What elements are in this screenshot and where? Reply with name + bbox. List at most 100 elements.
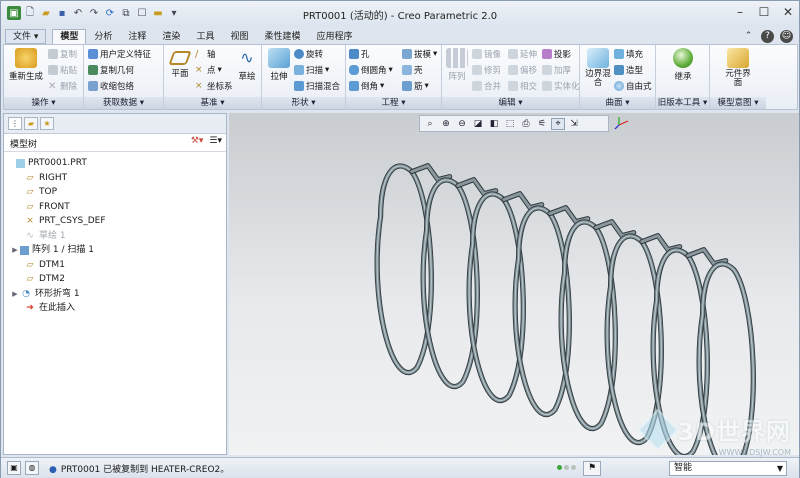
- style-button[interactable]: 造型: [614, 64, 643, 76]
- regenerate-button[interactable]: 重新生成: [8, 48, 44, 82]
- tree-item-label: 在此插入: [39, 303, 76, 313]
- paste-button[interactable]: 粘贴: [48, 64, 77, 76]
- mirror-button[interactable]: 镜像: [472, 48, 501, 60]
- sketch-button[interactable]: ∿ 草绘: [236, 48, 258, 82]
- heater-coil-model: [374, 163, 756, 455]
- revolve-label: 旋转: [306, 50, 324, 60]
- round-button[interactable]: 倒圆角 ▾: [349, 64, 393, 76]
- minimize-ribbon-icon[interactable]: ⌃: [742, 30, 755, 43]
- shrinkwrap-button[interactable]: 收缩包络: [88, 80, 134, 92]
- graphics-window[interactable]: ⌕ ⊕ ⊖ ◪ ◧ ⬚ ⎙ ⚟ ⌖ ⇲ 3D世界网 WWW.3DSJW.COM: [229, 113, 799, 457]
- extend-button[interactable]: 延伸: [508, 48, 537, 60]
- navigator-tabs: ⋮ ▰ ★: [4, 114, 226, 134]
- part-icon: [16, 158, 25, 168]
- intersect-button[interactable]: 相交: [508, 80, 537, 92]
- tab-annotate[interactable]: 注释: [120, 29, 154, 44]
- tree-item-dtm2[interactable]: ▱ DTM2: [4, 272, 226, 287]
- hole-button[interactable]: 孔: [349, 48, 370, 60]
- rib-icon: [402, 81, 412, 91]
- group-label-get-data[interactable]: 获取数据 ▾: [84, 97, 163, 109]
- merge-button[interactable]: 合并: [472, 80, 501, 92]
- tree-item-csys[interactable]: ⨯ PRT_CSYS_DEF: [4, 214, 226, 229]
- group-label-surfaces[interactable]: 曲面 ▾: [580, 97, 655, 109]
- minimize-button[interactable]: –: [733, 5, 747, 19]
- copy-geometry-button[interactable]: 复制几何: [88, 64, 134, 76]
- point-button[interactable]: × 点 ▾: [195, 64, 222, 76]
- extrude-button[interactable]: 拉伸: [265, 48, 293, 82]
- csys-button[interactable]: ⨯ 坐标系: [195, 80, 233, 92]
- component-interface-button[interactable]: 元件界面: [722, 48, 754, 88]
- inheritance-button[interactable]: 继承: [670, 48, 696, 82]
- tab-analysis[interactable]: 分析: [86, 29, 120, 44]
- tab-model[interactable]: 模型: [52, 29, 87, 44]
- rib-button[interactable]: 筋 ▾: [402, 80, 429, 92]
- group-label-datum[interactable]: 基准 ▾: [164, 97, 261, 109]
- trim-button[interactable]: 修剪: [472, 64, 501, 76]
- chamfer-label: 倒角: [361, 82, 379, 92]
- group-label-legacy-tools[interactable]: 旧版本工具 ▾: [656, 97, 709, 109]
- group-label-shape[interactable]: 形状 ▾: [262, 97, 345, 109]
- close-button[interactable]: ✕: [781, 5, 795, 19]
- draft-button[interactable]: 拔模 ▾: [402, 48, 437, 60]
- favorites-tab-icon[interactable]: ★: [40, 117, 54, 130]
- plane-button[interactable]: 平面: [167, 48, 193, 79]
- chamfer-button[interactable]: 倒角 ▾: [349, 80, 384, 92]
- tree-item-label: DTM1: [39, 259, 65, 270]
- tree-item-front[interactable]: ▱ FRONT: [4, 200, 226, 215]
- window-title: PRT0001 (活动的) - Creo Parametric 2.0: [302, 11, 498, 22]
- tab-view[interactable]: 视图: [222, 29, 256, 44]
- shell-button[interactable]: 壳: [402, 64, 423, 76]
- tab-file[interactable]: 文件 ▾: [5, 29, 47, 44]
- selection-buffer-icon[interactable]: ⚑: [583, 461, 601, 476]
- ribbon-tabs: 文件 ▾ 模型 分析 注释 渲染 工具 视图 柔性建模 应用程序: [1, 28, 799, 44]
- show-browser-icon[interactable]: ◍: [25, 461, 39, 475]
- online-icon[interactable]: ☺: [780, 30, 793, 43]
- group-label-editing[interactable]: 编辑 ▾: [442, 97, 579, 109]
- pattern-button[interactable]: 阵列: [445, 48, 469, 82]
- sweep-blend-button[interactable]: 扫描混合: [294, 80, 340, 92]
- tree-item-top[interactable]: ▱ TOP: [4, 185, 226, 200]
- offset-button[interactable]: 偏移: [508, 64, 537, 76]
- help-icon[interactable]: ?: [761, 30, 774, 43]
- expand-icon[interactable]: ▶: [10, 243, 20, 258]
- freestyle-button[interactable]: 自由式: [614, 80, 652, 92]
- tree-columns-icon[interactable]: ☰▾: [209, 136, 222, 146]
- fill-button[interactable]: 填充: [614, 48, 643, 60]
- axis-button[interactable]: / 轴: [195, 48, 216, 60]
- boundary-blend-button[interactable]: 边界混合: [583, 48, 613, 88]
- tree-item-right[interactable]: ▱ RIGHT: [4, 171, 226, 186]
- group-label-engineering[interactable]: 工程 ▾: [346, 97, 441, 109]
- group-label-model-intent[interactable]: 模型意图 ▾: [710, 97, 766, 109]
- sweep-button[interactable]: 扫描 ▾: [294, 64, 329, 76]
- copy-button[interactable]: 复制: [48, 48, 77, 60]
- thicken-button[interactable]: 加厚: [542, 64, 571, 76]
- pattern-icon: [20, 245, 29, 255]
- trim-label: 修剪: [484, 66, 502, 76]
- folder-browser-tab-icon[interactable]: ▰: [24, 117, 38, 130]
- tab-applications[interactable]: 应用程序: [309, 29, 361, 44]
- tree-item-sketch[interactable]: ∿ 草绘 1: [4, 229, 226, 244]
- tree-item-dtm1[interactable]: ▱ DTM1: [4, 258, 226, 273]
- show-navigator-icon[interactable]: ▣: [7, 461, 21, 475]
- project-button[interactable]: 投影: [542, 48, 571, 60]
- tree-item-toroidal-bend[interactable]: ▶ ◔ 环形折弯 1: [4, 287, 226, 302]
- group-label-operations[interactable]: 操作 ▾: [4, 97, 83, 109]
- tree-settings-icon[interactable]: ⚒▾: [191, 136, 204, 146]
- tree-item-insert-here[interactable]: ➔ 在此插入: [4, 301, 226, 316]
- delete-button[interactable]: ✕ 删除: [48, 80, 77, 92]
- tree-item-pattern[interactable]: ▶ 阵列 1 / 扫描 1: [4, 243, 226, 258]
- maximize-button[interactable]: ☐: [757, 5, 771, 19]
- tab-flexible-modeling[interactable]: 柔性建模: [256, 29, 308, 44]
- selection-filter[interactable]: 智能 ▼: [669, 461, 787, 476]
- tree-item-part[interactable]: PRT0001.PRT: [4, 156, 226, 171]
- udf-button[interactable]: 用户定义特征: [88, 48, 151, 60]
- solidify-button[interactable]: 实体化: [542, 80, 580, 92]
- tab-render[interactable]: 渲染: [154, 29, 188, 44]
- revolve-button[interactable]: 旋转: [294, 48, 323, 60]
- extrude-icon: [268, 48, 290, 68]
- expand-icon[interactable]: ▶: [10, 287, 20, 302]
- tab-tools[interactable]: 工具: [188, 29, 222, 44]
- model-tree-tab-icon[interactable]: ⋮: [8, 117, 22, 130]
- sweep-icon: [294, 65, 304, 75]
- offset-label: 偏移: [520, 66, 538, 76]
